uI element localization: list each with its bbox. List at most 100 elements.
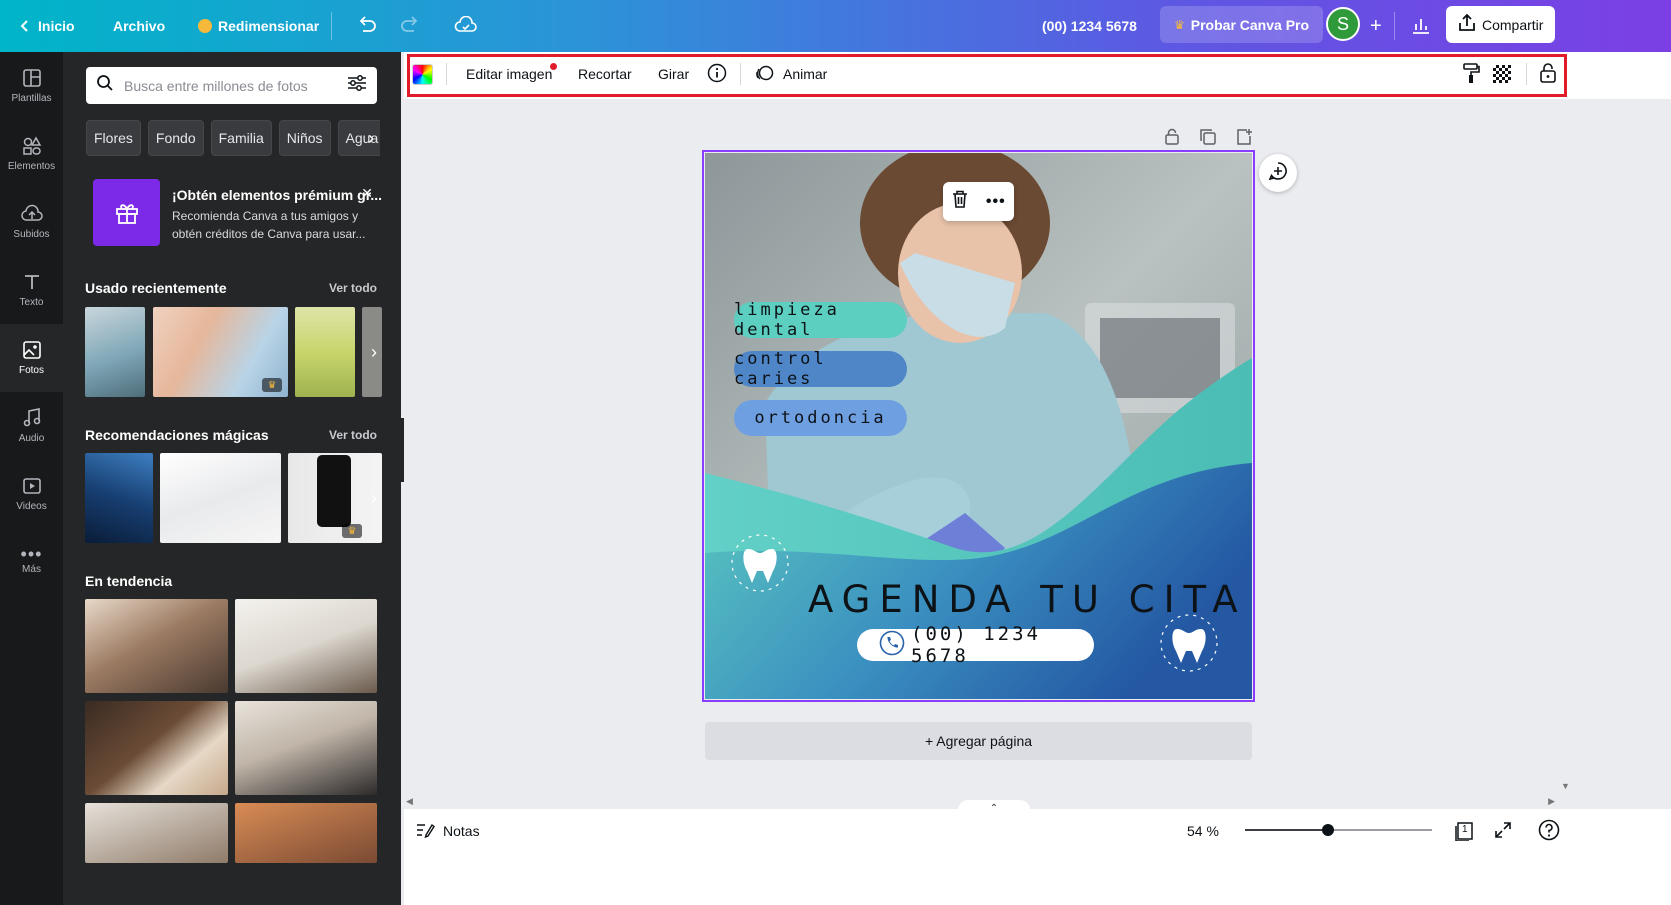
see-all-recent-link[interactable]: Ver todo: [329, 281, 377, 295]
audio-icon: [22, 408, 42, 428]
rail-label: Elementos: [7, 161, 56, 172]
rail-item-more[interactable]: ••• Más: [0, 528, 63, 596]
rail-item-elements[interactable]: Elementos: [0, 120, 63, 188]
trending-photo-2[interactable]: [235, 599, 377, 693]
filter-icon[interactable]: [347, 74, 367, 97]
search-input[interactable]: [124, 77, 337, 94]
recent-next-button[interactable]: ›: [363, 341, 385, 363]
add-page-icon-button[interactable]: [1234, 127, 1254, 147]
edit-image-button[interactable]: Editar imagen: [466, 62, 558, 86]
save-status-button[interactable]: [446, 8, 486, 44]
chevron-up-icon: ⌃: [989, 802, 999, 814]
expand-pages-button[interactable]: ⌃: [958, 800, 1030, 816]
comment-button[interactable]: [1259, 154, 1297, 192]
fullscreen-button[interactable]: [1494, 820, 1512, 842]
service-pill-3[interactable]: ortodoncia: [734, 400, 907, 436]
add-page-button[interactable]: + Agregar página: [705, 722, 1252, 760]
home-button[interactable]: Inicio: [10, 8, 83, 44]
headline-text[interactable]: AGENDA TU CITA: [808, 578, 1247, 621]
chip-ninos[interactable]: Niños: [278, 120, 331, 156]
try-pro-label: Probar Canva Pro: [1190, 16, 1310, 33]
trending-photo-3[interactable]: [85, 701, 228, 795]
resize-button[interactable]: Redimensionar: [190, 8, 327, 44]
rail-item-audio[interactable]: Audio: [0, 392, 63, 460]
rail-item-templates[interactable]: Plantillas: [0, 52, 63, 120]
undo-button[interactable]: [349, 8, 385, 44]
trending-photo-1[interactable]: [85, 599, 228, 693]
scroll-left-icon[interactable]: ◀: [406, 796, 413, 807]
zoom-slider-fill: [1245, 829, 1328, 831]
avatar[interactable]: S: [1326, 7, 1360, 41]
trash-icon[interactable]: [951, 189, 969, 214]
animate-button[interactable]: Animar: [755, 62, 827, 86]
magic-next-button[interactable]: ›: [363, 487, 385, 509]
info-button[interactable]: [707, 62, 727, 86]
paint-roller-icon: [1461, 62, 1481, 87]
notes-button[interactable]: Notas: [415, 820, 480, 842]
chip-fondo[interactable]: Fondo: [147, 120, 204, 156]
close-icon[interactable]: ✕: [361, 185, 373, 202]
rail-item-uploads[interactable]: Subidos: [0, 188, 63, 256]
trending-photo-4[interactable]: [235, 701, 377, 795]
chevron-left-icon: [18, 19, 32, 33]
add-collaborator-button[interactable]: +: [1362, 8, 1390, 44]
pages-button[interactable]: 1: [1454, 820, 1474, 842]
notes-icon: [415, 821, 435, 842]
animate-icon: [755, 63, 775, 86]
page-count: 1: [1462, 824, 1468, 835]
crop-button[interactable]: Recortar: [578, 62, 632, 86]
rail-item-videos[interactable]: Videos: [0, 460, 63, 528]
upload-icon: [20, 204, 43, 224]
duplicate-page-button[interactable]: [1198, 127, 1218, 147]
phone-image: [317, 455, 351, 527]
scroll-down-icon[interactable]: ▼: [1561, 781, 1570, 791]
phone-pill[interactable]: (00) 1234 5678: [857, 623, 1094, 667]
rail-label: Fotos: [18, 365, 44, 376]
file-menu[interactable]: Archivo: [105, 8, 173, 44]
try-pro-button[interactable]: ♛ Probar Canva Pro: [1160, 6, 1324, 43]
color-palette-icon: [412, 63, 433, 85]
service-pill-1[interactable]: limpieza dental: [734, 300, 907, 340]
rail-label: Texto: [19, 297, 44, 308]
flip-button[interactable]: Girar: [658, 62, 689, 86]
document-title[interactable]: (00) 1234 5678: [1034, 8, 1145, 44]
insights-button[interactable]: [1403, 8, 1439, 44]
scroll-right-icon[interactable]: ▶: [1548, 796, 1555, 807]
more-options-icon[interactable]: •••: [986, 193, 1006, 211]
vertical-scrollbar[interactable]: ▼: [1559, 99, 1571, 809]
rail-item-text[interactable]: Texto: [0, 256, 63, 324]
divider: [1394, 12, 1395, 40]
recent-photo-3[interactable]: [295, 307, 355, 397]
help-button[interactable]: [1538, 819, 1560, 844]
recent-photo-2[interactable]: ♛: [153, 307, 288, 397]
service-pill-2[interactable]: control caries: [734, 349, 907, 389]
zoom-slider-handle[interactable]: [1321, 824, 1334, 836]
top-bar: Inicio Archivo Redimensionar (00) 1234 5…: [0, 0, 1671, 52]
help-icon: [1538, 819, 1560, 844]
magic-photo-1[interactable]: [85, 453, 153, 543]
see-all-magic-link[interactable]: Ver todo: [329, 428, 377, 442]
home-label: Inicio: [38, 18, 75, 34]
lock-button[interactable]: [1539, 62, 1557, 86]
redo-button[interactable]: [392, 8, 428, 44]
trending-photo-5[interactable]: [85, 803, 228, 863]
lock-page-button[interactable]: [1162, 127, 1182, 147]
rail-label: Subidos: [13, 229, 50, 240]
transparency-button[interactable]: [1493, 62, 1511, 86]
chips-next-button[interactable]: ›: [363, 120, 379, 156]
magic-photo-2[interactable]: [160, 453, 281, 543]
zoom-value[interactable]: 54 %: [1187, 820, 1219, 842]
chip-flores[interactable]: Flores: [86, 120, 141, 156]
rail-item-photos[interactable]: Fotos: [0, 324, 63, 392]
search-box: [86, 67, 377, 104]
promo-title: ¡Obtén elementos prémium gr...: [172, 187, 383, 203]
share-button[interactable]: Compartir: [1446, 6, 1556, 43]
copy-style-button[interactable]: [1461, 62, 1481, 86]
chip-familia[interactable]: Familia: [210, 120, 272, 156]
trending-photo-6[interactable]: [235, 803, 377, 863]
recent-photo-1[interactable]: [85, 307, 145, 397]
color-button[interactable]: [412, 62, 433, 86]
share-label: Compartir: [1482, 16, 1544, 33]
promo-card[interactable]: ¡Obtén elementos prémium gr... Recomiend…: [93, 179, 382, 247]
section-title-magic: Recomendaciones mágicas: [85, 427, 269, 443]
